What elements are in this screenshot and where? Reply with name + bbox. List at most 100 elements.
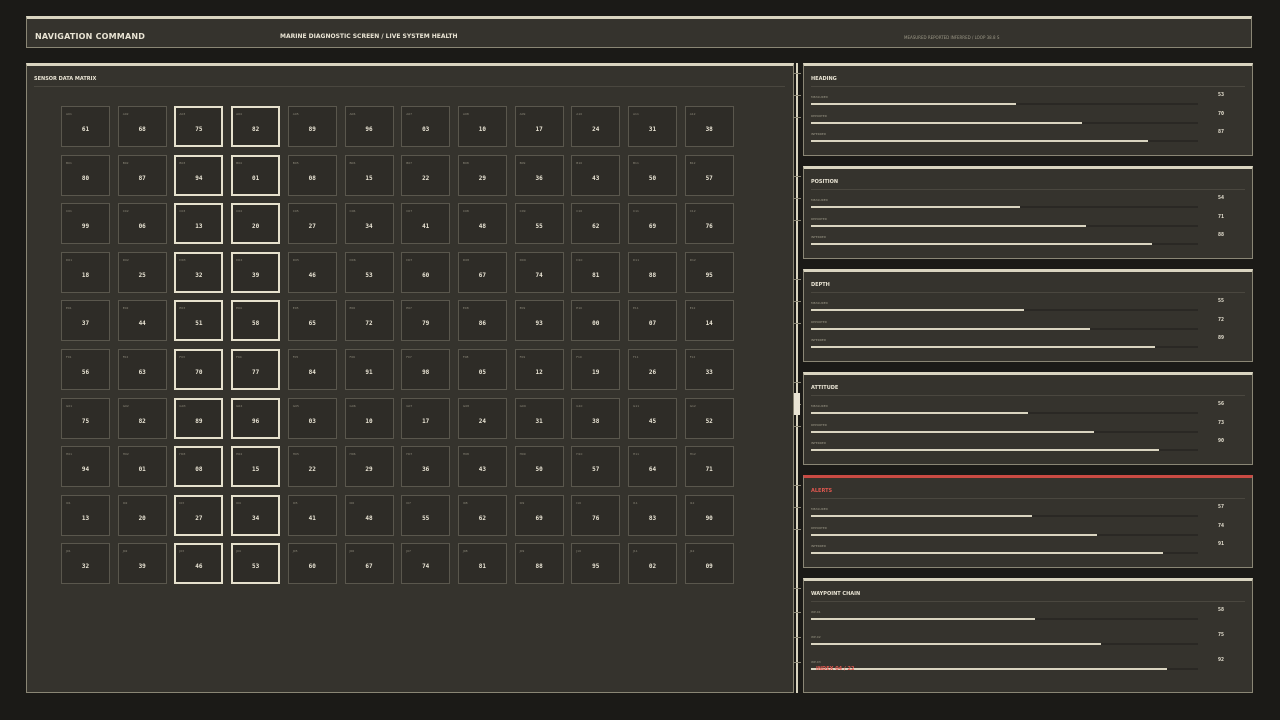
sensor-cell[interactable]: H01 94 — [61, 446, 110, 488]
sensor-cell[interactable]: G09 31 — [514, 397, 564, 439]
sensor-cell[interactable]: D08 67 — [457, 251, 507, 293]
sensor-cell[interactable]: A07 03 — [401, 106, 451, 147]
sensor-cell[interactable]: J07 74 — [401, 543, 451, 585]
sensor-cell[interactable]: D07 60 — [401, 251, 451, 293]
sensor-cell[interactable]: E11 07 — [628, 300, 677, 342]
sensor-cell[interactable]: B04 01 — [231, 154, 281, 196]
sensor-cell[interactable]: J01 32 — [61, 543, 110, 585]
sensor-cell[interactable]: C03 13 — [174, 203, 224, 245]
sensor-cell[interactable]: C05 27 — [287, 203, 337, 245]
sensor-cell[interactable]: G03 89 — [174, 397, 224, 439]
sensor-cell[interactable]: G01 75 — [61, 397, 110, 439]
sensor-cell[interactable]: F10 19 — [571, 349, 621, 390]
sensor-cell[interactable]: C02 06 — [117, 203, 167, 245]
sensor-cell[interactable]: H11 64 — [628, 446, 677, 488]
sensor-cell[interactable]: H05 22 — [287, 446, 337, 488]
sensor-cell[interactable]: A04 82 — [231, 106, 281, 147]
sensor-cell[interactable]: G07 17 — [401, 397, 451, 439]
sensor-cell[interactable]: B08 29 — [457, 154, 507, 196]
sensor-cell[interactable]: B01 80 — [61, 154, 110, 196]
sensor-cell[interactable]: B10 43 — [571, 154, 621, 196]
sensor-cell[interactable]: H09 50 — [514, 446, 564, 488]
sensor-cell[interactable]: F07 98 — [401, 349, 451, 390]
sensor-cell[interactable]: E02 44 — [117, 300, 167, 342]
sensor-cell[interactable]: I11 83 — [628, 494, 677, 536]
sensor-cell[interactable]: H04 15 — [231, 446, 281, 488]
sensor-cell[interactable]: I04 34 — [231, 494, 281, 536]
sensor-cell[interactable]: I10 76 — [571, 494, 621, 536]
sensor-cell[interactable]: H03 08 — [174, 446, 224, 488]
sensor-cell[interactable]: F05 84 — [287, 349, 337, 390]
sensor-cell[interactable]: E07 79 — [401, 300, 451, 342]
sensor-cell[interactable]: G08 24 — [457, 397, 507, 439]
sensor-cell[interactable]: F04 77 — [231, 349, 281, 390]
sensor-cell[interactable]: I06 48 — [344, 494, 394, 536]
sensor-cell[interactable]: B11 50 — [628, 154, 677, 196]
sensor-cell[interactable]: F01 56 — [61, 349, 110, 390]
sensor-cell[interactable]: C01 99 — [61, 203, 110, 245]
sensor-cell[interactable]: B05 08 — [287, 154, 337, 196]
sensor-cell[interactable]: J06 67 — [344, 543, 394, 585]
sensor-cell[interactable]: B07 22 — [401, 154, 451, 196]
sensor-cell[interactable]: D10 81 — [571, 251, 621, 293]
sensor-cell[interactable]: G06 10 — [344, 397, 394, 439]
sensor-cell[interactable]: F03 70 — [174, 349, 224, 390]
sensor-cell[interactable]: F08 05 — [457, 349, 507, 390]
sensor-cell[interactable]: E10 00 — [571, 300, 621, 342]
sensor-cell[interactable]: B03 94 — [174, 154, 224, 196]
sensor-cell[interactable]: C09 55 — [514, 203, 564, 245]
sensor-cell[interactable]: I09 69 — [514, 494, 564, 536]
sensor-cell[interactable]: H12 71 — [684, 446, 734, 488]
sensor-cell[interactable]: A06 96 — [344, 106, 394, 147]
sensor-cell[interactable]: B09 36 — [514, 154, 564, 196]
sensor-cell[interactable]: D06 53 — [344, 251, 394, 293]
sensor-cell[interactable]: G04 96 — [231, 397, 281, 439]
sensor-cell[interactable]: E09 93 — [514, 300, 564, 342]
sensor-cell[interactable]: A05 89 — [287, 106, 337, 147]
sensor-cell[interactable]: F06 91 — [344, 349, 394, 390]
sensor-cell[interactable]: C06 34 — [344, 203, 394, 245]
sensor-cell[interactable]: A02 68 — [117, 106, 167, 147]
sensor-cell[interactable]: F09 12 — [514, 349, 564, 390]
sensor-cell[interactable]: H07 36 — [401, 446, 451, 488]
sensor-cell[interactable]: F11 26 — [628, 349, 677, 390]
sensor-cell[interactable]: A11 31 — [628, 106, 677, 147]
sensor-cell[interactable]: E06 72 — [344, 300, 394, 342]
sensor-cell[interactable]: E05 65 — [287, 300, 337, 342]
sensor-cell[interactable]: H08 43 — [457, 446, 507, 488]
sensor-cell[interactable]: G02 82 — [117, 397, 167, 439]
sensor-cell[interactable]: B12 57 — [684, 154, 734, 196]
sensor-cell[interactable]: A03 75 — [174, 106, 224, 147]
sensor-cell[interactable]: G12 52 — [684, 397, 734, 439]
sensor-cell[interactable]: J10 95 — [571, 543, 621, 585]
sensor-cell[interactable]: J04 53 — [231, 543, 281, 585]
sensor-cell[interactable]: H10 57 — [571, 446, 621, 488]
sensor-cell[interactable]: D05 46 — [287, 251, 337, 293]
sensor-cell[interactable]: F12 33 — [684, 349, 734, 390]
sensor-cell[interactable]: D03 32 — [174, 251, 224, 293]
sensor-cell[interactable]: E04 58 — [231, 300, 281, 342]
sensor-cell[interactable]: J03 46 — [174, 543, 224, 585]
sensor-cell[interactable]: D12 95 — [684, 251, 734, 293]
sensor-cell[interactable]: J02 39 — [117, 543, 167, 585]
sensor-cell[interactable]: J09 88 — [514, 543, 564, 585]
sensor-cell[interactable]: A01 61 — [61, 106, 110, 147]
sensor-cell[interactable]: J11 02 — [628, 543, 677, 585]
sensor-cell[interactable]: D04 39 — [231, 251, 281, 293]
sensor-cell[interactable]: A12 38 — [684, 106, 734, 147]
sensor-cell[interactable]: H02 01 — [117, 446, 167, 488]
sensor-cell[interactable]: I12 90 — [684, 494, 734, 536]
sensor-cell[interactable]: G11 45 — [628, 397, 677, 439]
sensor-cell[interactable]: B06 15 — [344, 154, 394, 196]
sensor-cell[interactable]: I02 20 — [117, 494, 167, 536]
sensor-cell[interactable]: I03 27 — [174, 494, 224, 536]
sensor-cell[interactable]: J08 81 — [457, 543, 507, 585]
sensor-cell[interactable]: E12 14 — [684, 300, 734, 342]
sensor-cell[interactable]: B02 87 — [117, 154, 167, 196]
sensor-cell[interactable]: G10 38 — [571, 397, 621, 439]
timeline-scrub-handle[interactable] — [794, 393, 800, 415]
sensor-cell[interactable]: E01 37 — [61, 300, 110, 342]
sensor-cell[interactable]: J12 09 — [684, 543, 734, 585]
sensor-cell[interactable]: E03 51 — [174, 300, 224, 342]
sensor-cell[interactable]: D11 88 — [628, 251, 677, 293]
